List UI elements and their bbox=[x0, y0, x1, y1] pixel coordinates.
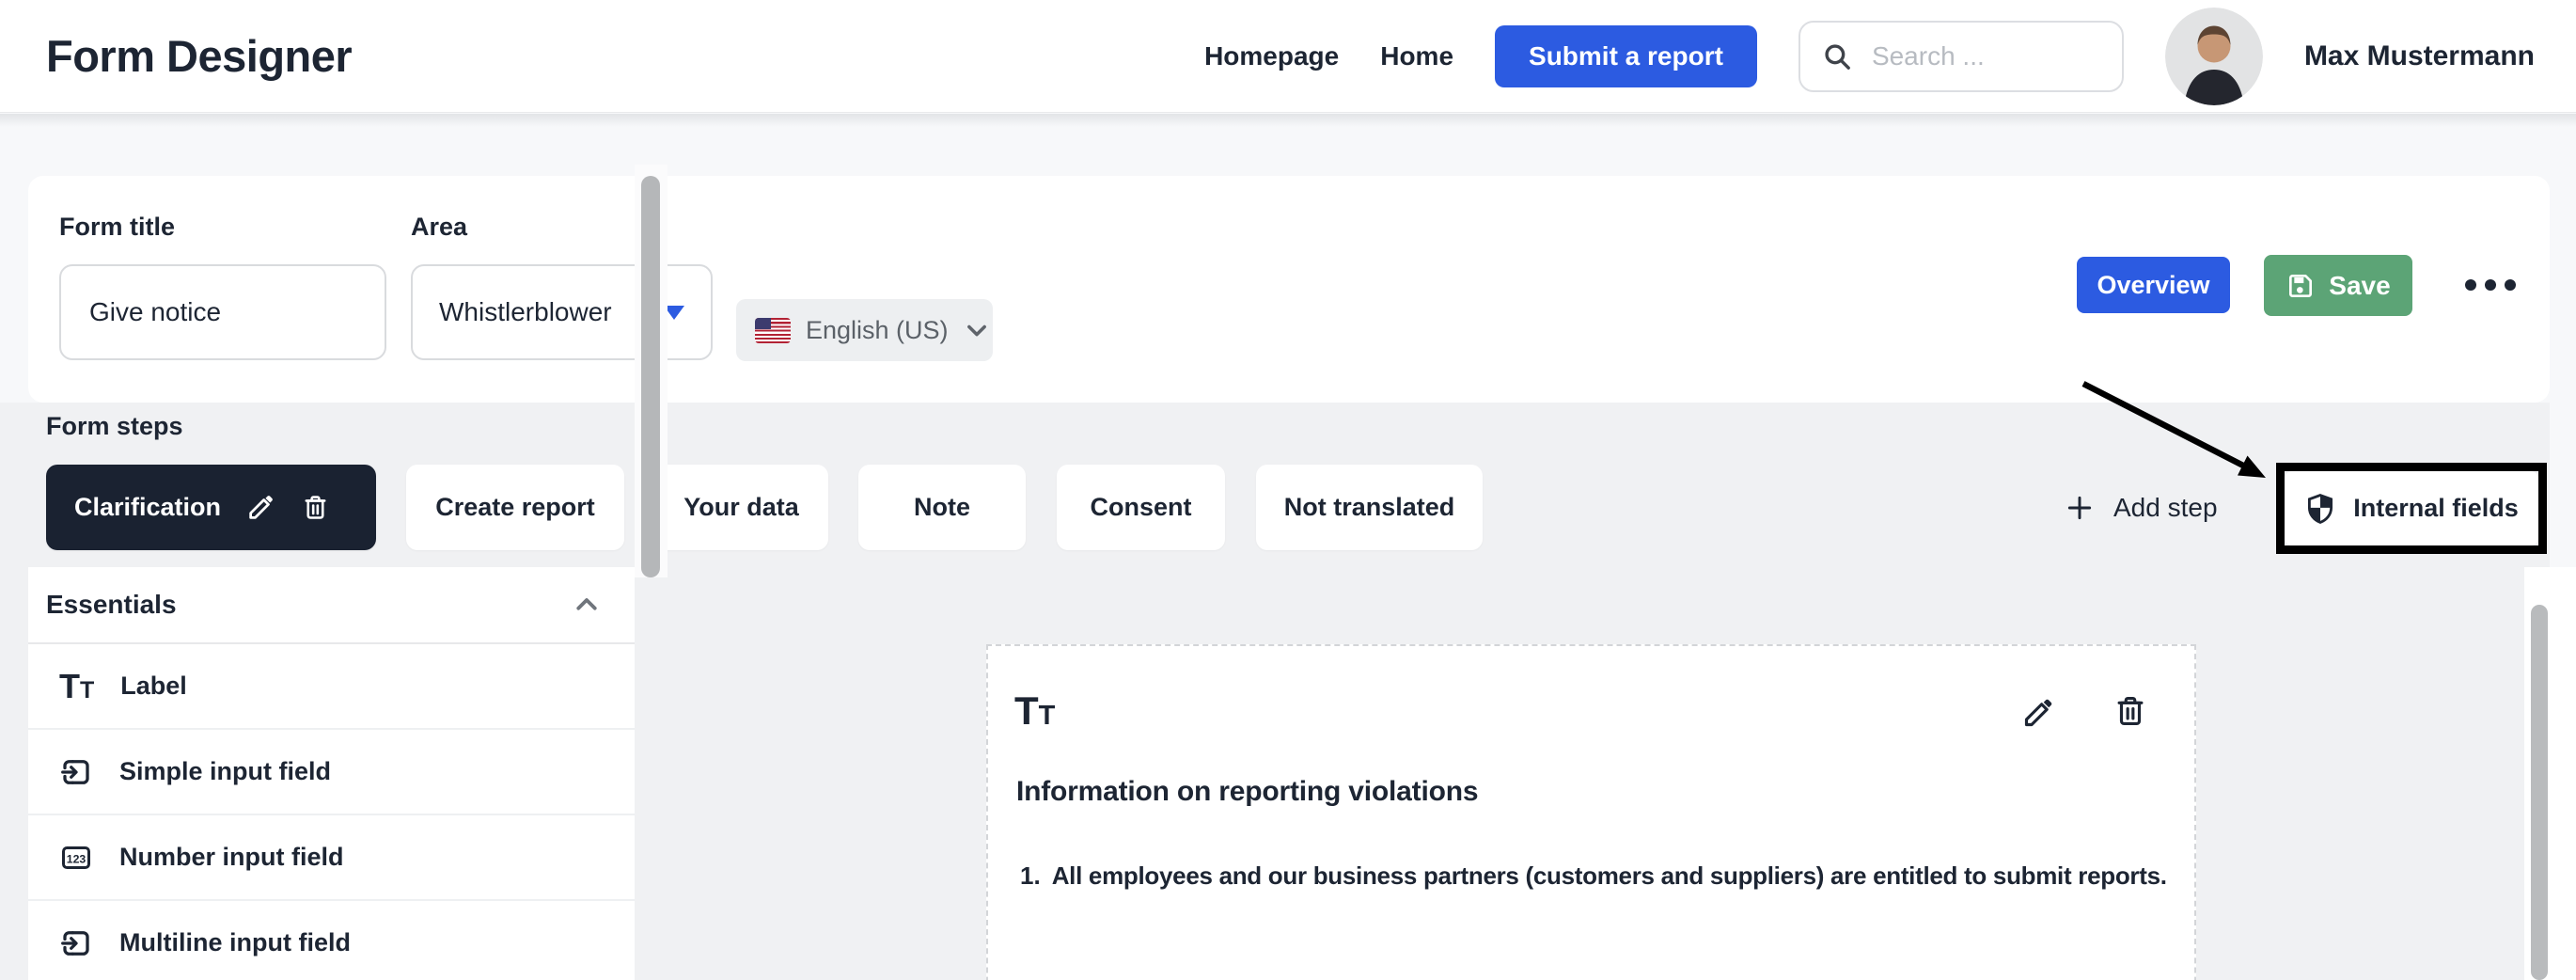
number-input-icon: 123 bbox=[59, 841, 93, 875]
user-name: Max Mustermann bbox=[2304, 40, 2535, 72]
delete-block-button[interactable] bbox=[2113, 693, 2148, 729]
search-input[interactable] bbox=[1870, 40, 2101, 72]
add-step-label: Add step bbox=[2113, 493, 2218, 523]
avatar[interactable] bbox=[2165, 8, 2263, 105]
step-your-data[interactable]: Your data bbox=[654, 465, 828, 550]
step-clarification-active[interactable]: Clarification bbox=[46, 465, 376, 550]
search-box bbox=[1798, 21, 2124, 92]
step-create-report[interactable]: Create report bbox=[406, 465, 624, 550]
header: Form Designer Homepage Home Submit a rep… bbox=[0, 0, 2576, 113]
sidebar-scrollbar-thumb[interactable] bbox=[641, 176, 660, 577]
input-icon bbox=[59, 926, 93, 960]
header-shadow bbox=[0, 114, 2576, 127]
palette-item-simple-input[interactable]: Simple input field bbox=[28, 730, 635, 815]
page-title: Form Designer bbox=[46, 30, 352, 82]
area-selected-value: Whistlerblower bbox=[439, 297, 612, 327]
delete-step-button[interactable] bbox=[301, 493, 330, 522]
step-not-translated[interactable]: Not translated bbox=[1256, 465, 1483, 550]
sidebar-scrollbar bbox=[635, 165, 668, 577]
step-label: Clarification bbox=[74, 493, 221, 522]
designer-area: Form steps Clarification Create report Y… bbox=[0, 403, 2550, 980]
save-button-label: Save bbox=[2329, 271, 2390, 301]
internal-fields-button[interactable]: Internal fields bbox=[2285, 471, 2538, 545]
us-flag-icon bbox=[755, 318, 791, 343]
search-icon bbox=[1821, 40, 1853, 72]
form-title-label: Form title bbox=[59, 213, 175, 242]
form-settings-panel: Form title Area Whistlerblower English (… bbox=[28, 176, 2550, 403]
svg-text:123: 123 bbox=[67, 852, 86, 865]
more-options-button[interactable] bbox=[2465, 279, 2516, 291]
essentials-group-title: Essentials bbox=[46, 590, 177, 620]
canvas-scrollbar bbox=[2524, 567, 2576, 980]
language-selector[interactable]: English (US) bbox=[736, 299, 993, 361]
list-item-text: All employees and our business partners … bbox=[1052, 855, 2176, 897]
block-ordered-list: 1. All employees and our business partne… bbox=[1020, 855, 2176, 897]
nav-homepage[interactable]: Homepage bbox=[1204, 41, 1339, 71]
text-format-icon: TT bbox=[1014, 691, 1055, 731]
canvas-scrollbar-thumb[interactable] bbox=[2531, 605, 2548, 980]
palette-item-multiline-input[interactable]: Multiline input field bbox=[28, 901, 635, 980]
plus-icon bbox=[2065, 493, 2095, 523]
ellipsis-icon bbox=[2465, 279, 2476, 291]
internal-fields-label: Internal fields bbox=[2353, 494, 2519, 523]
nav-home[interactable]: Home bbox=[1380, 41, 1453, 71]
chevron-up-icon bbox=[573, 591, 601, 619]
area-label: Area bbox=[411, 213, 467, 242]
form-steps-label: Form steps bbox=[46, 412, 183, 441]
input-icon bbox=[59, 755, 93, 789]
chevron-down-icon bbox=[964, 317, 990, 343]
step-note[interactable]: Note bbox=[858, 465, 1026, 550]
edit-step-button[interactable] bbox=[245, 492, 276, 523]
list-item-marker: 1. bbox=[1020, 855, 1041, 897]
overview-button[interactable]: Overview bbox=[2077, 257, 2230, 313]
form-designer-screen: Form Designer Homepage Home Submit a rep… bbox=[0, 0, 2576, 980]
form-block-card[interactable]: TT Information on reporting violations 1… bbox=[986, 644, 2196, 980]
text-format-icon: TT bbox=[59, 670, 94, 703]
step-consent[interactable]: Consent bbox=[1057, 465, 1225, 550]
save-button[interactable]: Save bbox=[2264, 255, 2412, 316]
essentials-group-header[interactable]: Essentials bbox=[28, 567, 635, 644]
save-icon bbox=[2285, 271, 2316, 301]
form-title-input[interactable] bbox=[87, 296, 358, 328]
edit-block-button[interactable] bbox=[2020, 695, 2056, 731]
annotation-highlight-box: Internal fields bbox=[2276, 463, 2547, 554]
add-step-button[interactable]: Add step bbox=[2065, 465, 2218, 550]
submit-report-button[interactable]: Submit a report bbox=[1495, 25, 1757, 87]
header-right: Homepage Home Submit a report bbox=[1204, 8, 2535, 105]
shield-icon bbox=[2304, 493, 2336, 525]
block-heading: Information on reporting violations bbox=[1016, 776, 1478, 808]
field-palette-sidebar: Essentials TT Label Simpl bbox=[28, 567, 635, 980]
language-selected-value: English (US) bbox=[806, 316, 949, 345]
palette-item-label[interactable]: TT Label bbox=[28, 644, 635, 730]
form-title-field-wrap bbox=[59, 264, 386, 360]
palette-item-number-input[interactable]: 123 Number input field bbox=[28, 815, 635, 901]
